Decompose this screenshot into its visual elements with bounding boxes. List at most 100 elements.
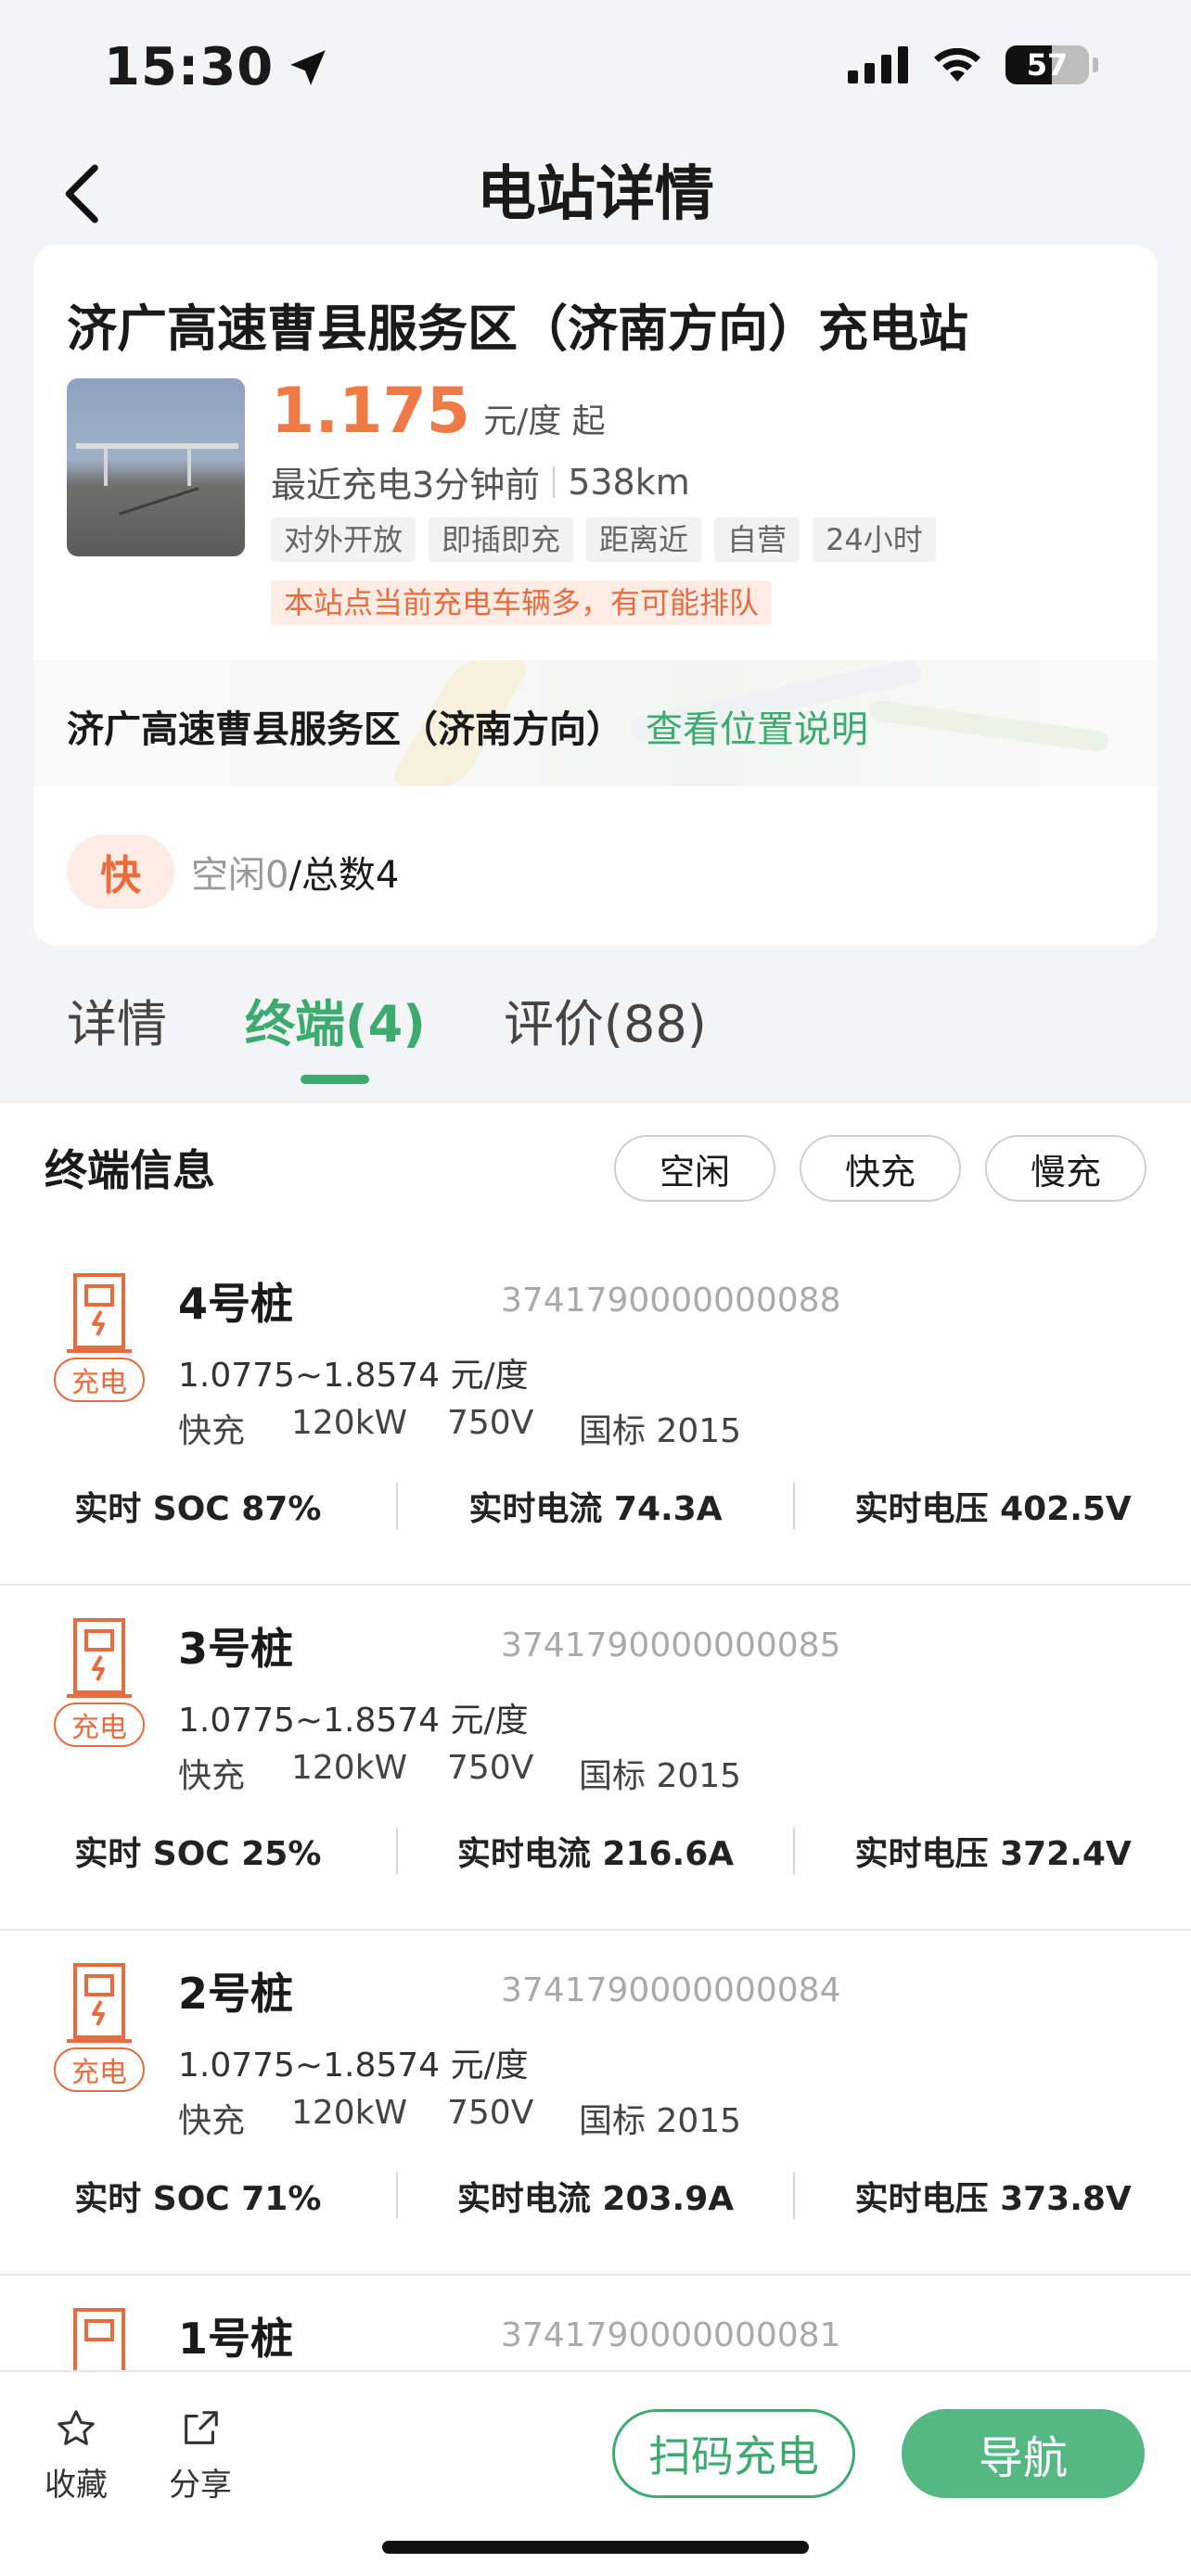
navigate-button[interactable]: 导航	[902, 2409, 1145, 2498]
realtime-soc: 实时 SOC 87%	[74, 1490, 322, 1528]
divider	[553, 465, 556, 498]
station-photo[interactable]	[67, 378, 245, 556]
pile-id: 3741790000000085	[501, 1626, 841, 1664]
pile-voltage: 750V	[447, 2094, 534, 2132]
station-address: 济广高速曹县服务区（济南方向）	[67, 708, 623, 751]
pile-id: 3741790000000081	[501, 2316, 841, 2354]
tab-details[interactable]: 详情	[67, 983, 167, 1084]
view-location-link[interactable]: 查看位置说明	[646, 699, 868, 753]
pile-type: 快充	[178, 2102, 246, 2140]
pile-standard: 国标 2015	[579, 1757, 742, 1795]
clock-text: 15:30	[104, 37, 275, 97]
charging-pile-icon	[67, 1963, 132, 2043]
tag: 对外开放	[271, 517, 416, 562]
realtime-current: 实时电流 203.9A	[456, 2180, 735, 2218]
station-tags: 对外开放 即插即充 距离近 自营 24小时	[271, 517, 936, 562]
charging-pile-icon	[67, 1618, 132, 1698]
charging-pile-icon	[73, 2308, 125, 2372]
scan-charge-button[interactable]: 扫码充电	[612, 2409, 855, 2498]
pile-item[interactable]: 充电 4号桩 3741790000000088 1.0775~1.8574 元/…	[0, 1241, 1191, 1586]
pile-price: 1.0775~1.8574 元/度	[178, 1357, 529, 1395]
pile-specs: 快充 120kW 750V 国标 2015	[178, 1404, 741, 1452]
realtime-voltage: 实时电压 372.4V	[854, 1835, 1132, 1873]
pile-status-badge: 充电	[54, 1702, 145, 1747]
fast-charger-summary: 快 空闲0/总数4	[67, 835, 399, 909]
fast-badge: 快	[67, 835, 174, 909]
price-unit: 元/度 起	[483, 402, 606, 440]
pile-specs: 快充 120kW 750V 国标 2015	[178, 2094, 741, 2142]
realtime-current: 实时电流 216.6A	[456, 1835, 735, 1873]
station-name: 济广高速曹县服务区（济南方向）充电站	[67, 300, 968, 358]
pile-status-badge: 充电	[54, 2047, 145, 2092]
pile-name: 3号桩	[178, 1624, 294, 1674]
station-price: 1.175	[271, 375, 471, 448]
status-indicators: 57	[848, 45, 1098, 85]
address-row: 济广高速曹县服务区（济南方向） 查看位置说明	[67, 699, 868, 753]
pile-power: 120kW	[291, 2094, 408, 2132]
pile-item[interactable]: 1号桩 3741790000000081	[0, 2276, 1191, 2372]
realtime-voltage: 实时电压 373.8V	[854, 2180, 1132, 2218]
pile-power: 120kW	[291, 1749, 408, 1787]
pile-standard: 国标 2015	[579, 1412, 742, 1450]
battery-tip	[1093, 57, 1098, 72]
favorite-button[interactable]: 收藏	[45, 2407, 108, 2505]
pile-id: 3741790000000084	[501, 1971, 841, 2009]
pile-metrics: 实时 SOC 71% 实时电流 203.9A 实时电压 373.8V	[0, 2168, 1191, 2224]
pile-specs: 快充 120kW 750V 国标 2015	[178, 1749, 741, 1797]
filter-idle-button[interactable]: 空闲	[614, 1135, 775, 1202]
battery-level: 57	[1026, 47, 1069, 83]
terminal-section-title: 终端信息	[45, 1145, 215, 1195]
charger-availability: 空闲0/总数4	[191, 845, 399, 899]
pile-item[interactable]: 充电 2号桩 3741790000000084 1.0775~1.8574 元/…	[0, 1931, 1191, 2276]
pile-status-badge: 充电	[54, 1358, 145, 1402]
pile-id: 3741790000000088	[501, 1282, 841, 1320]
price-row: 1.175 元/度 起	[271, 375, 606, 448]
terminal-filters: 空闲 快充 慢充	[614, 1135, 1146, 1202]
terminal-section: 终端信息 空闲 快充 慢充 充电 4号桩 3741790000000088 1.…	[0, 1103, 1191, 2372]
idle-count: 空闲0	[191, 854, 289, 897]
pile-item[interactable]: 充电 3号桩 3741790000000085 1.0775~1.8574 元/…	[0, 1586, 1191, 1931]
page-title: 电站详情	[477, 160, 714, 229]
pile-type: 快充	[178, 1412, 246, 1450]
share-label: 分享	[169, 2467, 232, 2504]
battery-indicator: 57	[1005, 45, 1089, 84]
pile-voltage: 750V	[447, 1404, 534, 1442]
location-arrow-icon	[290, 49, 327, 85]
pile-power: 120kW	[291, 1404, 408, 1442]
realtime-voltage: 实时电压 402.5V	[854, 1490, 1132, 1528]
status-bar: 15:30 57	[0, 0, 1191, 139]
tag: 距离近	[586, 517, 702, 562]
station-card: 济广高速曹县服务区（济南方向）充电站 1.175 元/度 起 最近充电3分钟前 …	[33, 245, 1158, 946]
home-indicator[interactable]	[382, 2541, 809, 2554]
tab-terminals[interactable]: 终端(4)	[245, 983, 426, 1084]
pile-standard: 国标 2015	[579, 2102, 742, 2140]
tab-reviews[interactable]: 评价(88)	[504, 983, 707, 1084]
realtime-soc: 实时 SOC 71%	[74, 2180, 322, 2218]
nav-bar: 电站详情	[0, 139, 1191, 250]
filter-slow-button[interactable]: 慢充	[985, 1135, 1146, 1202]
cellular-signal-icon	[848, 46, 908, 83]
tag: 24小时	[813, 517, 936, 562]
wifi-icon	[934, 47, 980, 82]
tag: 自营	[714, 517, 800, 562]
detail-tabs: 详情 终端(4) 评价(88)	[67, 983, 707, 1084]
queue-warning: 本站点当前充电车辆多，有可能排队	[271, 580, 773, 625]
distance-text: 538km	[568, 461, 690, 503]
pile-name: 2号桩	[178, 1969, 294, 2019]
pile-type: 快充	[178, 1757, 246, 1795]
recent-charge-text: 最近充电3分钟前	[271, 465, 541, 505]
pile-price: 1.0775~1.8574 元/度	[178, 1702, 529, 1740]
star-icon	[58, 2410, 95, 2445]
pile-metrics: 实时 SOC 25% 实时电流 216.6A 实时电压 372.4V	[0, 1823, 1191, 1879]
filter-fast-button[interactable]: 快充	[800, 1135, 961, 1202]
pile-name: 4号桩	[178, 1279, 294, 1329]
share-button[interactable]: 分享	[169, 2407, 232, 2505]
pile-metrics: 实时 SOC 87% 实时电流 74.3A 实时电压 402.5V	[0, 1478, 1191, 1534]
pile-name: 1号桩	[178, 2314, 294, 2364]
favorite-label: 收藏	[45, 2467, 108, 2504]
share-icon	[185, 2411, 218, 2444]
recent-charge-row: 最近充电3分钟前 538km	[271, 456, 690, 507]
status-time: 15:30	[104, 37, 331, 97]
realtime-current: 实时电流 74.3A	[468, 1490, 723, 1528]
pile-price: 1.0775~1.8574 元/度	[178, 2047, 529, 2085]
